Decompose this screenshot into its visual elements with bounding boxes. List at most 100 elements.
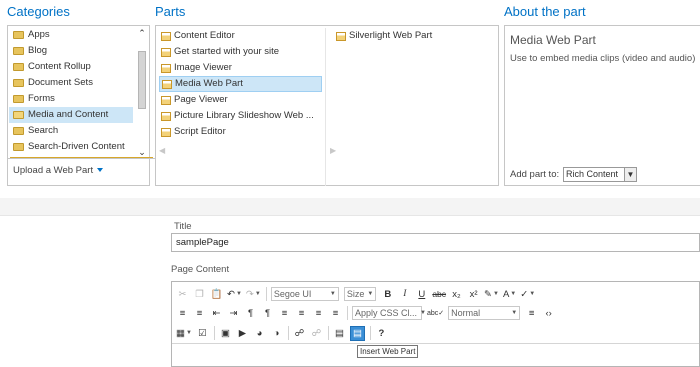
web-part-icon bbox=[161, 111, 171, 121]
link-icon[interactable]: ☍ bbox=[293, 326, 306, 341]
paragraph-style-value: Normal bbox=[451, 308, 481, 318]
numbered-list-icon[interactable]: ≡ bbox=[193, 306, 206, 321]
strikethrough-button[interactable]: abc bbox=[432, 287, 446, 302]
part-label: Image Viewer bbox=[174, 62, 232, 73]
paragraph-style-select[interactable]: Normal ▼ bbox=[448, 306, 521, 320]
table-icon[interactable]: ▦ ▼ bbox=[176, 326, 192, 341]
align-center-icon[interactable]: ≡ bbox=[295, 306, 308, 321]
decrease-indent-icon[interactable]: ⇤ bbox=[210, 306, 223, 321]
category-forms[interactable]: Forms bbox=[9, 91, 133, 107]
scroll-left-icon[interactable]: ◀ bbox=[159, 146, 165, 155]
toolbar-row-1: ✂ ❐ 📋 ↶ ▼ ↷ ▼ Segoe UI ▼ Size ▼ B I U abc x₂… bbox=[176, 286, 539, 302]
category-search[interactable]: Search bbox=[9, 123, 133, 139]
superscript-button[interactable]: x² bbox=[467, 287, 480, 302]
edit-source-icon[interactable]: ☑ bbox=[196, 326, 209, 341]
line-spacing-icon[interactable]: ≡ bbox=[525, 306, 538, 321]
parts-list-column-1: Content Editor Get started with your sit… bbox=[159, 28, 322, 140]
justify-icon[interactable]: ≡ bbox=[329, 306, 342, 321]
align-left-icon[interactable]: ≡ bbox=[278, 306, 291, 321]
category-apps[interactable]: Apps bbox=[9, 27, 133, 43]
categories-scrollbar[interactable]: ⌃ ⌄ bbox=[136, 27, 148, 158]
align-right-icon[interactable]: ≡ bbox=[312, 306, 325, 321]
font-size-select[interactable]: Size ▼ bbox=[343, 287, 377, 301]
separator bbox=[287, 326, 289, 340]
separator bbox=[327, 326, 329, 340]
ltr-icon[interactable]: ¶ bbox=[244, 306, 257, 321]
add-part-zone-select[interactable]: Rich Content ▼ bbox=[563, 167, 637, 182]
folder-open-icon bbox=[13, 111, 24, 119]
part-label: Silverlight Web Part bbox=[349, 30, 433, 41]
part-get-started[interactable]: Get started with your site bbox=[159, 44, 322, 60]
web-part-icon bbox=[162, 79, 172, 89]
part-description: Use to embed media clips (video and audi… bbox=[510, 53, 696, 64]
web-part-icon bbox=[161, 31, 171, 41]
folder-icon bbox=[13, 31, 24, 39]
category-label: Apps bbox=[28, 29, 50, 40]
folder-icon bbox=[13, 63, 24, 71]
subscript-button[interactable]: x₂ bbox=[450, 287, 463, 302]
underline-button[interactable]: U bbox=[415, 287, 428, 302]
toolbar-row-3: ▦ ▼ ☑ ▣ ▶ ◕ ◑ ☍ ☍ ▤ ▤ ? bbox=[176, 325, 392, 341]
category-blog[interactable]: Blog bbox=[9, 43, 133, 59]
picture-icon[interactable]: ▣ bbox=[219, 326, 232, 341]
category-label: Document Sets bbox=[28, 77, 93, 88]
title-label: Title bbox=[174, 221, 192, 232]
webpart-gallery: Categories Apps Blog Content Rollup Docu… bbox=[0, 0, 700, 197]
insert-web-part-button[interactable]: ▤ bbox=[349, 325, 365, 341]
rtl-icon[interactable]: ¶ bbox=[261, 306, 274, 321]
part-media-web-part[interactable]: Media Web Part bbox=[159, 76, 322, 92]
scroll-thumb[interactable] bbox=[138, 51, 146, 109]
folder-icon bbox=[13, 143, 24, 151]
part-label: Media Web Part bbox=[175, 78, 243, 89]
compass-icon[interactable]: ◑ bbox=[270, 326, 283, 341]
spelling-icon[interactable]: abc✓ bbox=[427, 306, 444, 321]
category-content-rollup[interactable]: Content Rollup bbox=[9, 59, 133, 75]
bulleted-list-icon[interactable]: ≡ bbox=[176, 306, 189, 321]
parts-list-column-2: Silverlight Web Part bbox=[334, 28, 494, 44]
redo-icon[interactable]: ↷ ▼ bbox=[246, 287, 261, 302]
category-media-and-content[interactable]: Media and Content bbox=[9, 107, 133, 123]
upload-label: Upload a Web Part bbox=[13, 165, 94, 176]
category-document-sets[interactable]: Document Sets bbox=[9, 75, 133, 91]
folder-icon bbox=[13, 79, 24, 87]
part-page-viewer[interactable]: Page Viewer bbox=[159, 92, 322, 108]
folder-icon bbox=[13, 95, 24, 103]
copy-icon[interactable]: ❐ bbox=[193, 287, 206, 302]
increase-indent-icon[interactable]: ⇥ bbox=[227, 306, 240, 321]
clear-format-icon[interactable]: ✓ ▼ bbox=[520, 287, 535, 302]
part-content-editor[interactable]: Content Editor bbox=[159, 28, 322, 44]
part-script-editor[interactable]: Script Editor bbox=[159, 124, 322, 140]
font-color-icon[interactable]: A ▼ bbox=[503, 287, 516, 302]
chevron-down-icon[interactable]: ▼ bbox=[624, 168, 636, 181]
markup-icon[interactable]: ‹› bbox=[542, 306, 555, 321]
help-icon[interactable]: ? bbox=[375, 326, 388, 341]
separator bbox=[213, 326, 215, 340]
italic-button[interactable]: I bbox=[398, 287, 411, 302]
categories-panel: Apps Blog Content Rollup Document Sets F… bbox=[7, 25, 155, 186]
chevron-up-icon[interactable]: ⌃ bbox=[136, 27, 148, 39]
cut-icon[interactable]: ✂ bbox=[176, 287, 189, 302]
title-input[interactable]: samplePage bbox=[171, 233, 700, 252]
paste-icon[interactable]: 📋 bbox=[210, 287, 223, 302]
unlink-icon[interactable]: ☍ bbox=[310, 326, 323, 341]
upload-web-part-link[interactable]: Upload a Web Part bbox=[13, 165, 104, 176]
font-family-select[interactable]: Segoe UI ▼ bbox=[270, 287, 339, 301]
embed-code-icon[interactable]: ◕ bbox=[253, 326, 266, 341]
insert-app-part-icon[interactable]: ▤ bbox=[333, 326, 346, 341]
category-label: Media and Content bbox=[28, 109, 109, 120]
category-search-driven-content[interactable]: Search-Driven Content bbox=[9, 139, 133, 155]
video-icon[interactable]: ▶ bbox=[236, 326, 249, 341]
undo-icon[interactable]: ↶ ▼ bbox=[227, 287, 242, 302]
part-image-viewer[interactable]: Image Viewer bbox=[159, 60, 322, 76]
scroll-right-icon[interactable]: ▶ bbox=[330, 146, 336, 155]
css-class-select[interactable]: Apply CSS Cl... ▼ bbox=[352, 306, 426, 320]
font-size-value: Size bbox=[346, 289, 365, 299]
highlight-color-icon[interactable]: ✎ ▼ bbox=[484, 287, 499, 302]
bold-button[interactable]: B bbox=[381, 287, 394, 302]
category-label: Forms bbox=[28, 93, 55, 104]
web-part-icon bbox=[161, 63, 171, 73]
add-part-zone-value: Rich Content bbox=[566, 169, 619, 179]
part-picture-library-slideshow[interactable]: Picture Library Slideshow Web ... bbox=[159, 108, 322, 124]
editor-content-area[interactable] bbox=[172, 343, 699, 367]
part-silverlight-web-part[interactable]: Silverlight Web Part bbox=[334, 28, 494, 44]
